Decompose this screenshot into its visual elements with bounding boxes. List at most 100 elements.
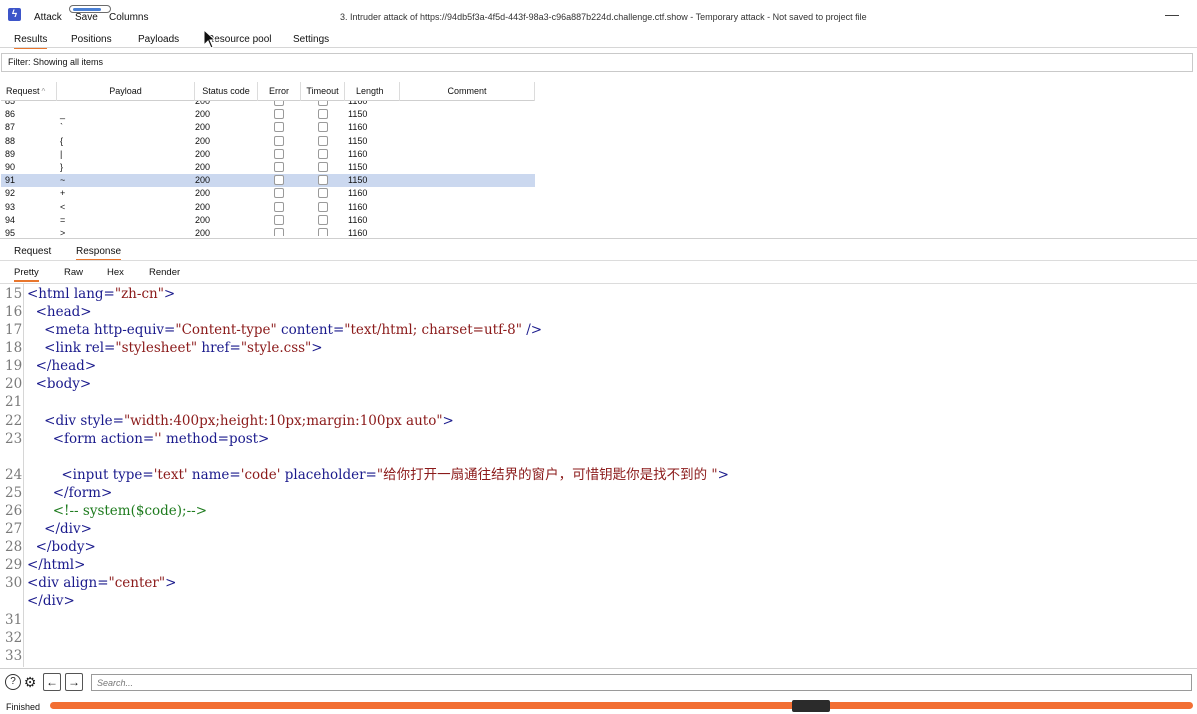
timeout-checkbox[interactable] — [318, 109, 328, 120]
table-row[interactable]: 95 >200 1160 — [1, 227, 535, 236]
cell-request: 92 — [5, 188, 16, 199]
error-checkbox[interactable] — [274, 214, 284, 225]
cell-status-code: 200 — [195, 101, 211, 106]
menu-attack[interactable]: Attack — [34, 12, 62, 23]
code-line: 19 </head> — [0, 357, 1197, 375]
cell-request: 87 — [5, 122, 16, 133]
menu-columns[interactable]: Columns — [109, 12, 148, 23]
cell-length: 1160 — [348, 122, 368, 133]
timeout-checkbox[interactable] — [318, 214, 328, 225]
table-row[interactable]: 86 _ 200 1150 — [1, 108, 535, 121]
error-checkbox[interactable] — [274, 101, 284, 106]
minimize-button[interactable]: — — [1165, 6, 1179, 22]
code-line: 17 <meta http-equiv="Content-type" conte… — [0, 321, 1197, 339]
response-editor[interactable]: 15 <html lang="zh-cn"> 16 <head> 17 <meta h… — [0, 284, 1197, 667]
table-header: Request ^ Payload Status code Error Timeo… — [1, 82, 535, 101]
search-bar: ? ⚙ ← → — [0, 668, 1197, 695]
code-line: 27 </div> — [0, 520, 1197, 538]
timeout-checkbox[interactable] — [318, 201, 328, 212]
pane-divider[interactable] — [0, 238, 1197, 239]
tab-response[interactable]: Response — [76, 246, 122, 261]
tabs-divider — [0, 47, 1197, 48]
back-button[interactable]: ← — [43, 673, 61, 691]
column-header-status-code[interactable]: Status code — [195, 82, 258, 101]
code-text: <body> — [27, 376, 92, 392]
table-row[interactable]: 93 <200 1160 — [1, 201, 535, 214]
code-line: 32 — [0, 629, 1197, 647]
timeout-checkbox[interactable] — [318, 101, 328, 106]
column-header-length[interactable]: Length — [345, 82, 400, 101]
menu-save[interactable]: Save — [75, 12, 98, 23]
error-checkbox[interactable] — [274, 228, 284, 236]
column-header-request[interactable]: Request ^ — [1, 82, 57, 101]
timeout-checkbox[interactable] — [318, 228, 328, 236]
tab-pretty[interactable]: Pretty — [14, 267, 39, 282]
table-row[interactable]: 92 +200 1160 — [1, 187, 535, 200]
error-checkbox[interactable] — [274, 188, 284, 199]
error-checkbox[interactable] — [274, 162, 284, 172]
column-header-payload[interactable]: Payload — [57, 82, 195, 101]
tab-raw[interactable]: Raw — [64, 267, 83, 278]
cell-request: 90 — [5, 162, 16, 172]
tab-request[interactable]: Request — [14, 246, 51, 257]
table-row[interactable]: 88 {200 1150 — [1, 135, 535, 148]
line-number: 22 — [5, 413, 23, 429]
line-number: 30 — [5, 575, 23, 591]
tab-settings[interactable]: Settings — [293, 34, 329, 45]
code-line: 20 <body> — [0, 375, 1197, 393]
code-text: </form> — [27, 485, 113, 501]
table-row[interactable]: 91 ~200 1150 — [1, 174, 535, 188]
column-header-error[interactable]: Error — [258, 82, 301, 101]
tab-positions[interactable]: Positions — [71, 34, 112, 45]
line-number: 23 — [5, 431, 23, 447]
forward-button[interactable]: → — [65, 673, 83, 691]
code-line: 31 — [0, 611, 1197, 629]
view-tabs: Pretty Raw Hex Render — [0, 264, 200, 282]
table-row[interactable]: 90} 200 1150 — [1, 161, 535, 174]
column-header-comment[interactable]: Comment — [400, 82, 535, 101]
code-line: 15 <html lang="zh-cn"> — [0, 285, 1197, 303]
table-row[interactable]: 85 200 1160 — [1, 101, 535, 108]
error-checkbox[interactable] — [274, 148, 284, 159]
line-number: 15 — [5, 286, 23, 302]
code-line: 21 — [0, 393, 1197, 411]
line-number: 29 — [5, 557, 23, 573]
timeout-checkbox[interactable] — [318, 175, 328, 186]
timeout-checkbox[interactable] — [318, 188, 328, 199]
table-row[interactable]: 94 = 200 1160 — [1, 214, 535, 227]
filter-bar[interactable]: Filter: Showing all items — [1, 53, 1193, 72]
column-header-timeout[interactable]: Timeout — [301, 82, 345, 101]
code-text: <form action='' method=post> — [27, 431, 270, 447]
cell-payload: ~ — [60, 175, 66, 186]
error-checkbox[interactable] — [274, 135, 284, 146]
cell-length: 1150 — [348, 135, 368, 146]
cell-request: 89 — [5, 148, 16, 159]
code-line: 18 <link rel="stylesheet" href="style.cs… — [0, 339, 1197, 357]
help-icon[interactable]: ? — [5, 674, 21, 690]
timeout-checkbox[interactable] — [318, 122, 328, 133]
status-bar: Finished — [0, 698, 1197, 714]
tab-payloads[interactable]: Payloads — [138, 34, 179, 45]
error-checkbox[interactable] — [274, 175, 284, 186]
search-input[interactable] — [91, 674, 1192, 691]
line-number: 16 — [5, 304, 23, 320]
code-line: 28 </body> — [0, 538, 1197, 556]
line-number: 32 — [5, 630, 23, 646]
timeout-checkbox[interactable] — [318, 135, 328, 146]
tab-hex[interactable]: Hex — [107, 267, 124, 278]
timeout-checkbox[interactable] — [318, 148, 328, 159]
gear-icon[interactable]: ⚙ — [22, 674, 38, 690]
line-number: 25 — [5, 485, 23, 501]
results-table: Request ^ Payload Status code Error Timeo… — [1, 82, 1193, 236]
error-checkbox[interactable] — [274, 109, 284, 120]
table-row[interactable]: 87 ` 200 1160 — [1, 121, 535, 134]
code-text: <link rel="stylesheet" href="style.css"> — [27, 340, 323, 356]
error-checkbox[interactable] — [274, 201, 284, 212]
code-line: 25 </form> — [0, 484, 1197, 502]
timeout-checkbox[interactable] — [318, 162, 328, 172]
table-row[interactable]: 89 | 200 1160 — [1, 148, 535, 161]
error-checkbox[interactable] — [274, 122, 284, 133]
tab-render[interactable]: Render — [149, 267, 180, 278]
code-text: </body> — [27, 539, 96, 555]
